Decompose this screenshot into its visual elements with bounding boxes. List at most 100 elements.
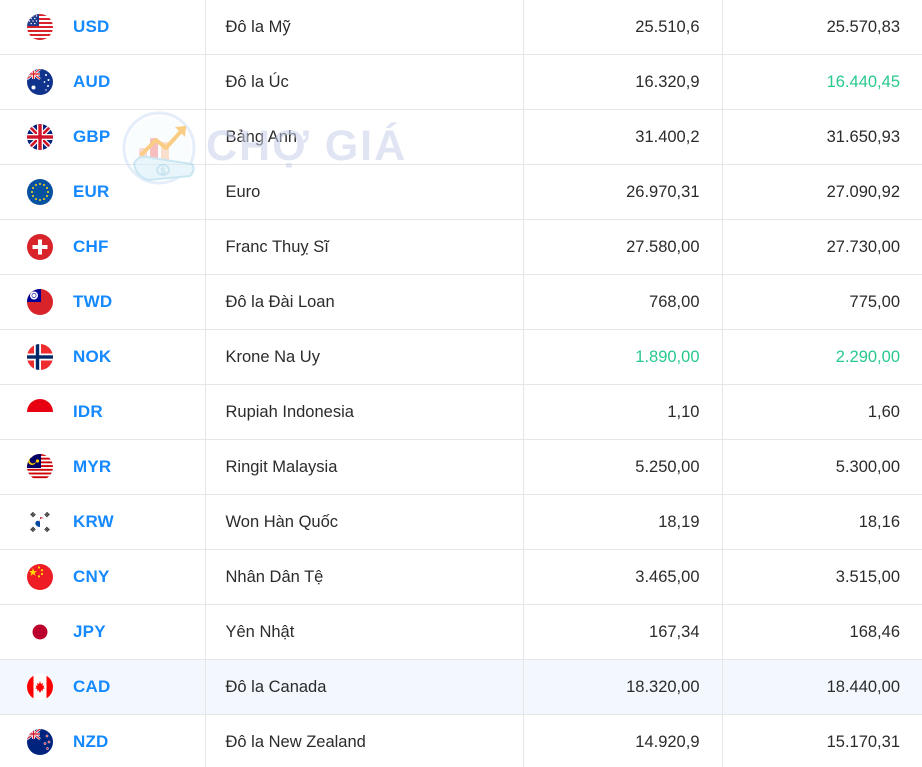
currency-name-label: Đô la Mỹ — [206, 18, 523, 37]
currency-name-cell: Franc Thuỵ Sĩ — [205, 220, 523, 275]
currency-name-label: Euro — [206, 183, 523, 202]
currency-code-label: EUR — [73, 182, 110, 202]
currency-code-cell: USD — [0, 0, 205, 55]
table-row[interactable]: USDĐô la Mỹ25.510,625.570,83 — [0, 0, 922, 55]
currency-code-label: KRW — [73, 512, 114, 532]
currency-name-label: Nhân Dân Tệ — [206, 568, 523, 587]
currency-code-wrap: GBP — [0, 110, 205, 164]
currency-name-cell: Đô la New Zealand — [205, 715, 523, 767]
currency-name-cell: Đô la Canada — [205, 660, 523, 715]
buy-rate-value: 18.320,00 — [524, 678, 722, 697]
buy-rate-cell: 167,34 — [523, 605, 722, 660]
currency-code-wrap: KRW — [0, 495, 205, 549]
currency-code-wrap: MYR — [0, 440, 205, 494]
sell-rate-value: 15.170,31 — [723, 733, 922, 752]
flag-eu-icon — [27, 179, 53, 205]
sell-rate-cell: 31.650,93 — [722, 110, 922, 165]
currency-name-label: Won Hàn Quốc — [206, 513, 523, 532]
table-row[interactable]: CNYNhân Dân Tệ3.465,003.515,00 — [0, 550, 922, 605]
buy-rate-value: 5.250,00 — [524, 458, 722, 477]
sell-rate-value: 3.515,00 — [723, 568, 922, 587]
currency-name-label: Đô la New Zealand — [206, 733, 523, 752]
sell-rate-cell: 168,46 — [722, 605, 922, 660]
buy-rate-value: 31.400,2 — [524, 128, 722, 147]
table-row[interactable]: AUDĐô la Úc16.320,916.440,45 — [0, 55, 922, 110]
buy-rate-value: 768,00 — [524, 293, 722, 312]
sell-rate-cell: 18,16 — [722, 495, 922, 550]
flag-id-icon — [27, 399, 53, 425]
currency-code-wrap: NOK — [0, 330, 205, 384]
currency-name-cell: Krone Na Uy — [205, 330, 523, 385]
sell-rate-cell: 2.290,00 — [722, 330, 922, 385]
table-row[interactable]: CHFFranc Thuỵ Sĩ27.580,0027.730,00 — [0, 220, 922, 275]
buy-rate-cell: 3.465,00 — [523, 550, 722, 605]
buy-rate-cell: 27.580,00 — [523, 220, 722, 275]
buy-rate-value: 27.580,00 — [524, 238, 722, 257]
buy-rate-cell: 5.250,00 — [523, 440, 722, 495]
table-row[interactable]: MYRRingit Malaysia5.250,005.300,00 — [0, 440, 922, 495]
currency-code-cell: AUD — [0, 55, 205, 110]
sell-rate-value: 27.090,92 — [723, 183, 922, 202]
sell-rate-value: 2.290,00 — [723, 348, 922, 367]
currency-code-wrap: JPY — [0, 605, 205, 659]
table-row[interactable]: KRW Won Hàn Quốc18,1918,16 — [0, 495, 922, 550]
currency-name-label: Yên Nhật — [206, 623, 523, 642]
currency-code-cell: TWD — [0, 275, 205, 330]
flag-ch-icon — [27, 234, 53, 260]
table-row[interactable]: CADĐô la Canada18.320,0018.440,00 — [0, 660, 922, 715]
currency-name-label: Bảng Anh — [206, 128, 523, 147]
currency-code-wrap: NZD — [0, 715, 205, 767]
sell-rate-cell: 5.300,00 — [722, 440, 922, 495]
buy-rate-cell: 26.970,31 — [523, 165, 722, 220]
flag-cn-icon — [27, 564, 53, 590]
sell-rate-value: 168,46 — [723, 623, 922, 642]
table-row[interactable]: JPYYên Nhật167,34168,46 — [0, 605, 922, 660]
currency-name-label: Franc Thuỵ Sĩ — [206, 238, 523, 257]
currency-name-cell: Đô la Úc — [205, 55, 523, 110]
table-row[interactable]: EUR Euro26.970,3127.090,92 — [0, 165, 922, 220]
sell-rate-cell: 1,60 — [722, 385, 922, 440]
table-row[interactable]: NZDĐô la New Zealand14.920,915.170,31 — [0, 715, 922, 767]
buy-rate-value: 25.510,6 — [524, 18, 722, 37]
currency-code-cell: CHF — [0, 220, 205, 275]
buy-rate-cell: 768,00 — [523, 275, 722, 330]
currency-name-label: Krone Na Uy — [206, 348, 523, 367]
currency-code-label: USD — [73, 17, 110, 37]
currency-name-label: Ringit Malaysia — [206, 458, 523, 477]
currency-name-cell: Ringit Malaysia — [205, 440, 523, 495]
table-row[interactable]: IDRRupiah Indonesia1,101,60 — [0, 385, 922, 440]
table-row[interactable]: NOKKrone Na Uy1.890,002.290,00 — [0, 330, 922, 385]
flag-gb-icon — [27, 124, 53, 150]
sell-rate-value: 5.300,00 — [723, 458, 922, 477]
flag-kr-icon — [27, 509, 53, 535]
currency-code-cell: JPY — [0, 605, 205, 660]
buy-rate-value: 1,10 — [524, 403, 722, 422]
buy-rate-value: 18,19 — [524, 513, 722, 532]
buy-rate-value: 1.890,00 — [524, 348, 722, 367]
table-row[interactable]: TWDĐô la Đài Loan768,00775,00 — [0, 275, 922, 330]
currency-name-cell: Yên Nhật — [205, 605, 523, 660]
currency-code-wrap: IDR — [0, 385, 205, 439]
currency-code-wrap: CHF — [0, 220, 205, 274]
sell-rate-value: 18,16 — [723, 513, 922, 532]
currency-name-label: Đô la Canada — [206, 678, 523, 697]
currency-code-cell: CNY — [0, 550, 205, 605]
exchange-rate-page: $ CHỢ GIÁ USDĐô la Mỹ25.510,625.570,83AU… — [0, 0, 922, 767]
currency-code-cell: KRW — [0, 495, 205, 550]
exchange-rate-table-body: USDĐô la Mỹ25.510,625.570,83AUDĐô la Úc1… — [0, 0, 922, 767]
currency-code-cell: GBP — [0, 110, 205, 165]
buy-rate-value: 3.465,00 — [524, 568, 722, 587]
buy-rate-value: 26.970,31 — [524, 183, 722, 202]
currency-code-cell: NZD — [0, 715, 205, 767]
buy-rate-cell: 14.920,9 — [523, 715, 722, 767]
buy-rate-value: 167,34 — [524, 623, 722, 642]
sell-rate-value: 775,00 — [723, 293, 922, 312]
currency-name-cell: Euro — [205, 165, 523, 220]
buy-rate-cell: 18.320,00 — [523, 660, 722, 715]
sell-rate-cell: 27.090,92 — [722, 165, 922, 220]
currency-code-label: CAD — [73, 677, 110, 697]
sell-rate-cell: 27.730,00 — [722, 220, 922, 275]
sell-rate-value: 16.440,45 — [723, 73, 922, 92]
currency-code-wrap: CNY — [0, 550, 205, 604]
table-row[interactable]: GBPBảng Anh31.400,231.650,93 — [0, 110, 922, 165]
